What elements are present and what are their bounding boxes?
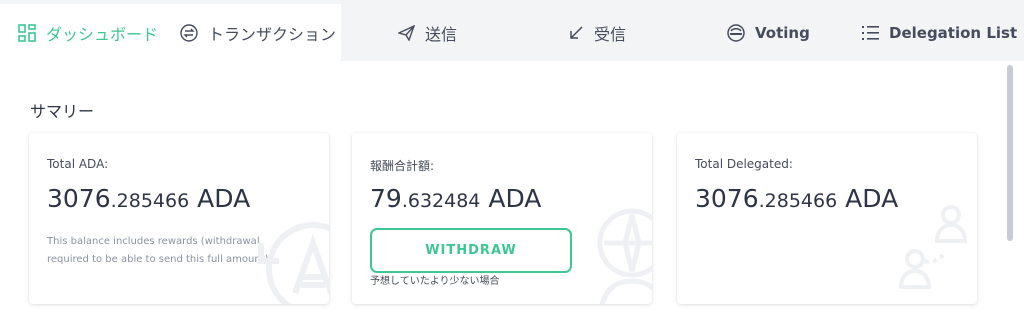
voting-icon xyxy=(727,23,745,42)
tab-label: トランザクション xyxy=(208,24,337,44)
rewards-hint-link[interactable]: 予想していたより少ない場合 xyxy=(370,272,500,287)
dashboard-icon xyxy=(18,23,36,42)
transactions-icon xyxy=(180,23,198,42)
summary-heading: サマリー xyxy=(30,102,95,121)
tab-transactions[interactable]: トランザクション xyxy=(180,4,336,61)
tab-receive[interactable]: 受信 xyxy=(569,4,626,61)
total-ada-amount: 3076.285466 ADA xyxy=(47,184,251,213)
list-icon xyxy=(862,25,879,40)
tab-voting[interactable]: Voting xyxy=(727,4,810,61)
rewards-amount: 79.632484 ADA xyxy=(370,184,542,213)
card-label: Total Delegated: xyxy=(695,157,793,171)
tab-bar: ダッシュボード トランザクション 送信 受信 Voting Delegation… xyxy=(0,0,1024,62)
tab-label: Delegation List xyxy=(889,23,1018,42)
scrollbar[interactable] xyxy=(1007,65,1013,241)
rewards-card: 報酬合計額: 79.632484 ADA WITHDRAW 予想していたより少な… xyxy=(352,133,652,304)
withdraw-button[interactable]: WITHDRAW xyxy=(370,228,572,273)
delegation-people-icon xyxy=(898,205,968,289)
receive-icon xyxy=(569,25,584,40)
delegated-amount: 3076.285466 ADA xyxy=(695,184,899,213)
send-icon xyxy=(398,24,415,41)
tab-label: 受信 xyxy=(594,24,627,44)
tab-label: 送信 xyxy=(425,24,458,44)
tab-delegation-list[interactable]: Delegation List xyxy=(862,4,1017,61)
compass-icon xyxy=(597,208,652,304)
total-delegated-card: Total Delegated: 3076.285466 ADA xyxy=(677,133,977,304)
total-ada-card: Total ADA: 3076.285466 ADA This balance … xyxy=(29,133,329,304)
card-label: 報酬合計額: xyxy=(370,159,435,173)
dashboard-content: サマリー Total ADA: 3076.285466 ADA This bal… xyxy=(0,61,1024,311)
balance-note: This balance includes rewards (withdrawa… xyxy=(47,236,269,265)
card-label: Total ADA: xyxy=(47,157,109,171)
tab-send[interactable]: 送信 xyxy=(398,4,457,61)
tab-label: Voting xyxy=(755,23,810,42)
tab-label: ダッシュボード xyxy=(46,24,159,44)
ada-coin-icon xyxy=(258,222,329,304)
